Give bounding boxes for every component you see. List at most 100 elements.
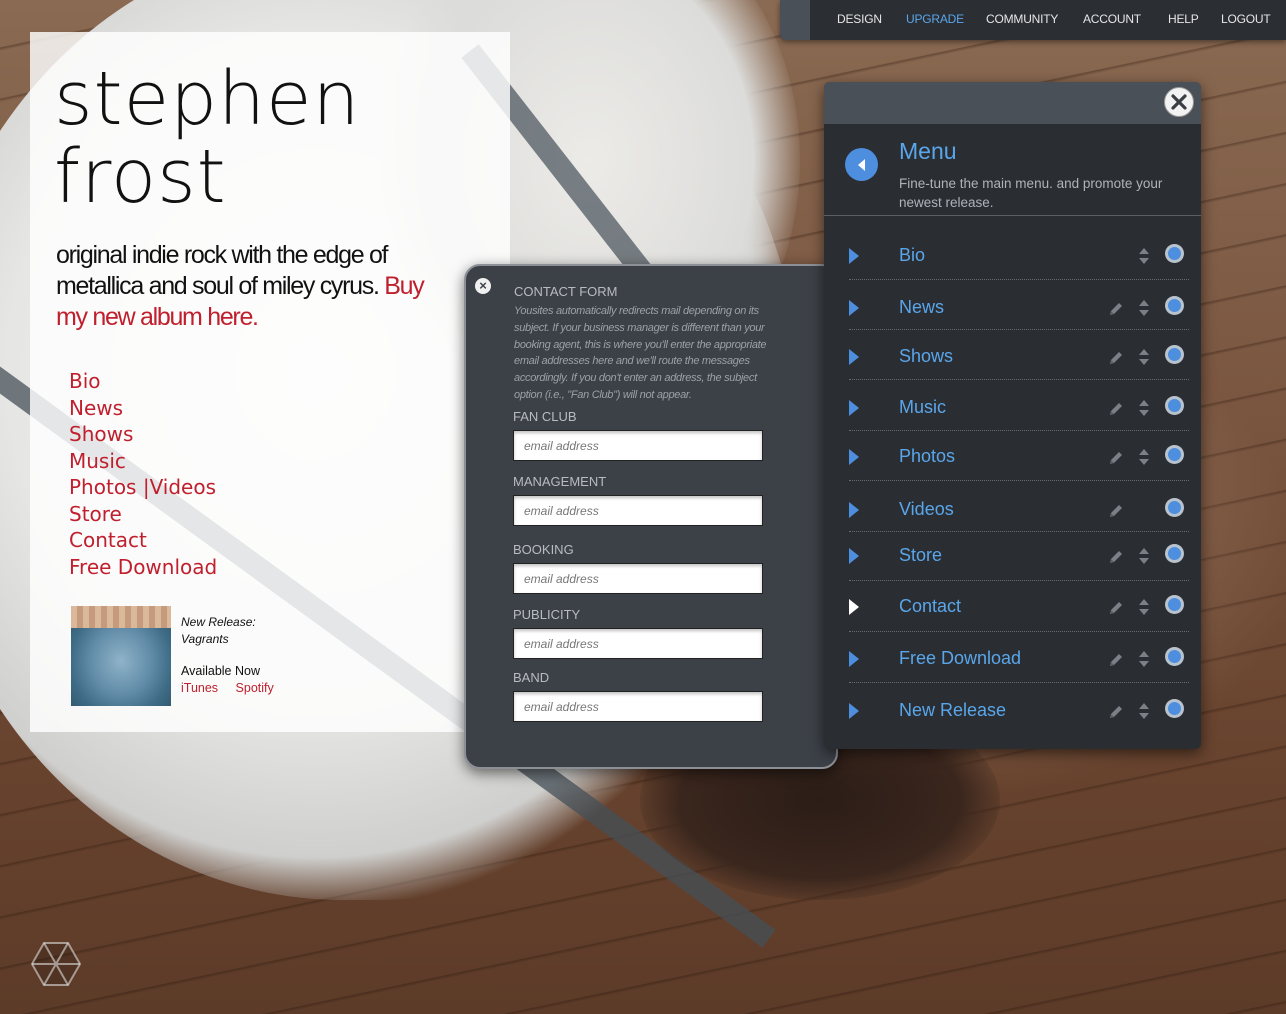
site-content-panel: stephen frost original indie rock with t… bbox=[30, 32, 510, 732]
menu-item-label: Music bbox=[899, 397, 947, 417]
pencil-icon[interactable] bbox=[1107, 703, 1125, 721]
sort-icon[interactable] bbox=[1138, 347, 1150, 367]
back-arrow-icon[interactable] bbox=[845, 148, 878, 181]
album-cover[interactable] bbox=[71, 606, 171, 706]
menu-row-separator bbox=[849, 531, 1189, 532]
top-nav-design[interactable]: DESIGN bbox=[837, 12, 882, 26]
chevron-right-icon[interactable] bbox=[849, 349, 859, 365]
site-nav-news[interactable]: News bbox=[69, 395, 217, 422]
pencil-icon[interactable] bbox=[1107, 599, 1125, 617]
top-nav-community[interactable]: COMMUNITY bbox=[986, 12, 1058, 26]
pencil-icon[interactable] bbox=[1107, 300, 1125, 318]
pencil-icon[interactable] bbox=[1107, 400, 1125, 418]
site-nav: Bio News Shows Music Photos |Videos Stor… bbox=[69, 368, 217, 580]
menu-row-separator bbox=[849, 279, 1189, 280]
menu-item-music[interactable]: Music bbox=[849, 394, 1189, 424]
chevron-right-icon[interactable] bbox=[849, 449, 859, 465]
menu-item-store[interactable]: Store bbox=[849, 542, 1189, 572]
sort-icon[interactable] bbox=[1138, 597, 1150, 617]
menu-item-label: Free Download bbox=[899, 648, 1022, 668]
menu-item-label: Videos bbox=[899, 499, 954, 519]
spotify-link[interactable]: Spotify bbox=[236, 681, 274, 695]
menu-item-videos[interactable]: Videos bbox=[849, 496, 1189, 526]
fan-club-label: FAN CLUB bbox=[513, 409, 577, 424]
site-nav-bio[interactable]: Bio bbox=[69, 368, 217, 395]
pencil-icon[interactable] bbox=[1107, 651, 1125, 669]
fan-club-email-input[interactable] bbox=[513, 430, 763, 461]
contact-form-title: CONTACT FORM bbox=[514, 284, 618, 299]
toggle-dot-icon[interactable] bbox=[1168, 598, 1181, 611]
menu-item-label: News bbox=[899, 297, 945, 317]
toggle-dot-icon[interactable] bbox=[1168, 247, 1181, 260]
top-nav-account[interactable]: ACCOUNT bbox=[1083, 12, 1141, 26]
pencil-icon[interactable] bbox=[1107, 349, 1125, 367]
top-nav-help[interactable]: HELP bbox=[1168, 12, 1199, 26]
release-availability: Available Now bbox=[181, 664, 260, 678]
toggle-dot-icon[interactable] bbox=[1168, 501, 1181, 514]
top-nav-handle bbox=[780, 0, 810, 40]
chevron-right-icon[interactable] bbox=[849, 651, 859, 667]
toggle-dot-icon[interactable] bbox=[1168, 299, 1181, 312]
toggle-dot-icon[interactable] bbox=[1168, 348, 1181, 361]
menu-item-bio[interactable]: Bio bbox=[849, 242, 1189, 272]
toggle-dot-icon[interactable] bbox=[1168, 399, 1181, 412]
site-nav-photos-videos[interactable]: Photos |Videos bbox=[69, 474, 217, 501]
top-nav-bar: DESIGN UPGRADE COMMUNITY ACCOUNT HELP LO… bbox=[780, 0, 1286, 40]
sort-icon[interactable] bbox=[1138, 447, 1150, 467]
chevron-right-icon[interactable] bbox=[849, 599, 859, 615]
band-email-input[interactable] bbox=[513, 691, 763, 722]
menu-item-contact[interactable]: Contact bbox=[849, 593, 1189, 623]
tagline-text: original indie rock with the edge of met… bbox=[56, 241, 389, 300]
menu-item-free-download[interactable]: Free Download bbox=[849, 645, 1189, 675]
sort-icon[interactable] bbox=[1138, 398, 1150, 418]
toggle-dot-icon[interactable] bbox=[1168, 547, 1181, 560]
menu-row-separator bbox=[849, 480, 1189, 481]
sort-icon[interactable] bbox=[1138, 246, 1150, 266]
sort-icon[interactable] bbox=[1138, 298, 1150, 318]
publicity-email-input[interactable] bbox=[513, 628, 763, 659]
sort-icon[interactable] bbox=[1138, 546, 1150, 566]
menu-row-separator bbox=[849, 430, 1189, 431]
management-email-input[interactable] bbox=[513, 495, 763, 526]
chevron-right-icon[interactable] bbox=[849, 300, 859, 316]
site-nav-free-download[interactable]: Free Download bbox=[69, 554, 217, 581]
top-nav-upgrade[interactable]: UPGRADE bbox=[906, 12, 964, 26]
site-nav-contact[interactable]: Contact bbox=[69, 527, 217, 554]
sort-icon[interactable] bbox=[1138, 649, 1150, 669]
site-nav-store[interactable]: Store bbox=[69, 501, 217, 528]
menu-item-label: New Release bbox=[899, 700, 1007, 720]
booking-email-input[interactable] bbox=[513, 563, 763, 594]
menu-panel-divider bbox=[824, 215, 1201, 216]
chevron-right-icon[interactable] bbox=[849, 703, 859, 719]
toggle-dot-icon[interactable] bbox=[1168, 702, 1181, 715]
top-nav-logout[interactable]: LOGOUT bbox=[1221, 12, 1271, 26]
menu-item-news[interactable]: News bbox=[849, 294, 1189, 324]
chevron-right-icon[interactable] bbox=[849, 548, 859, 564]
toggle-dot-icon[interactable] bbox=[1168, 448, 1181, 461]
toggle-dot-icon[interactable] bbox=[1168, 650, 1181, 663]
pencil-icon[interactable] bbox=[1107, 449, 1125, 467]
site-nav-music[interactable]: Music bbox=[69, 448, 217, 475]
site-tagline: original indie rock with the edge of met… bbox=[56, 240, 456, 333]
menu-row-separator bbox=[849, 580, 1189, 581]
contact-form-panel: × CONTACT FORM Yousites automatically re… bbox=[464, 264, 838, 769]
pencil-icon[interactable] bbox=[1107, 502, 1125, 520]
close-icon[interactable] bbox=[1164, 87, 1194, 117]
management-label: MANAGEMENT bbox=[513, 474, 607, 489]
site-nav-shows[interactable]: Shows bbox=[69, 421, 217, 448]
chevron-right-icon[interactable] bbox=[849, 400, 859, 416]
menu-panel-subtitle: Fine-tune the main menu. and promote you… bbox=[899, 176, 1163, 210]
contact-form-close-icon[interactable]: × bbox=[475, 278, 491, 294]
pencil-icon[interactable] bbox=[1107, 548, 1125, 566]
menu-row-separator bbox=[849, 631, 1189, 632]
menu-item-photos[interactable]: Photos bbox=[849, 443, 1189, 473]
menu-item-new-release[interactable]: New Release bbox=[849, 697, 1189, 727]
itunes-link[interactable]: iTunes bbox=[181, 681, 218, 695]
hexagon-logo-icon[interactable] bbox=[31, 941, 81, 987]
sort-icon[interactable] bbox=[1138, 701, 1150, 721]
menu-item-label: Shows bbox=[899, 346, 954, 366]
booking-label: BOOKING bbox=[513, 542, 574, 557]
chevron-right-icon[interactable] bbox=[849, 502, 859, 518]
menu-item-shows[interactable]: Shows bbox=[849, 343, 1189, 373]
chevron-right-icon[interactable] bbox=[849, 248, 859, 264]
